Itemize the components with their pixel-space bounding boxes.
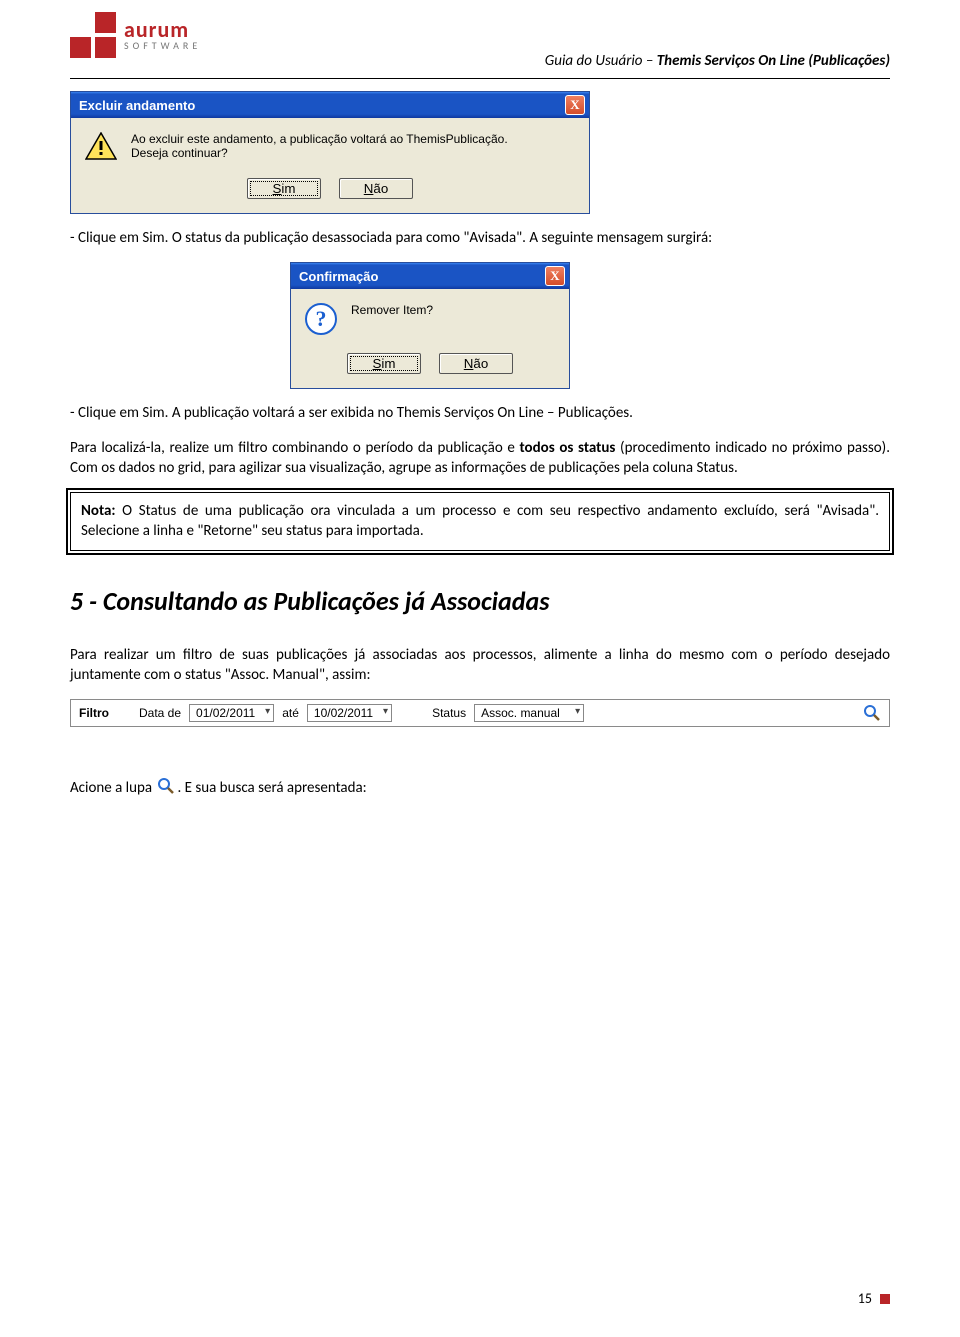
- doc-title-prefix: Guia do Usuário –: [545, 52, 657, 70]
- section-heading: 5 - Consultando as Publicações já Associ…: [70, 585, 890, 617]
- dialog-buttons: SSimim NNãoão: [71, 172, 589, 213]
- logo-mark-icon: [70, 12, 116, 58]
- para3-bold: todos os status: [520, 439, 616, 457]
- para5-b: . E sua busca será apresentada:: [177, 779, 366, 797]
- paragraph-5: Acione a lupa . E sua busca será apresen…: [70, 777, 890, 798]
- dialog-titlebar: Excluir andamento X: [71, 92, 589, 118]
- dialog-body: ? Remover Item?: [291, 289, 569, 347]
- header-divider: [70, 78, 890, 79]
- warning-icon: [85, 132, 117, 160]
- dialog-excluir-andamento: Excluir andamento X Ao excluir este anda…: [70, 91, 590, 214]
- close-icon[interactable]: X: [545, 266, 565, 286]
- doc-title: Guia do Usuário – Themis Serviços On Lin…: [545, 52, 890, 70]
- label-ate: até: [282, 706, 299, 720]
- paragraph-1: - Clique em Sim. O status da publicação …: [70, 228, 890, 248]
- dialog-msg-line2: Deseja continuar?: [131, 146, 508, 160]
- paragraph-2: - Clique em Sim. A publicação voltará a …: [70, 403, 890, 423]
- para3-a: Para localizá-la, realize um filtro comb…: [70, 439, 520, 457]
- page-footer: 15: [858, 1290, 890, 1307]
- filter-label: Filtro: [79, 706, 109, 720]
- yes-button[interactable]: SSimim: [347, 353, 421, 374]
- dialog-message: Remover Item?: [351, 303, 433, 335]
- dialog-title: Confirmação: [299, 269, 378, 284]
- brand-sub: SOFTWARE: [124, 41, 201, 51]
- close-icon[interactable]: X: [565, 95, 585, 115]
- label-status: Status: [432, 706, 466, 720]
- question-icon: ?: [305, 303, 337, 335]
- date-from-input[interactable]: 01/02/2011: [189, 704, 274, 722]
- dialog-message: Ao excluir este andamento, a publicação …: [131, 132, 508, 160]
- paragraph-4: Para realizar um filtro de suas publicaç…: [70, 645, 890, 686]
- date-to-input[interactable]: 10/02/2011: [307, 704, 392, 722]
- brand-name: aurum: [124, 19, 201, 41]
- dialog-titlebar: Confirmação X: [291, 263, 569, 289]
- no-button[interactable]: NNãoão: [339, 178, 413, 199]
- search-icon[interactable]: [863, 704, 881, 722]
- note-label: Nota:: [81, 502, 116, 520]
- doc-title-bold: Themis Serviços On Line (Publicações): [657, 52, 890, 70]
- note-text: O Status de uma publicação ora vinculada…: [81, 502, 879, 540]
- dialog-confirmacao: Confirmação X ? Remover Item? SSimim NNã…: [290, 262, 570, 389]
- footer-marker-icon: [880, 1294, 890, 1304]
- no-button[interactable]: NNãoão: [439, 353, 513, 374]
- note-box: Nota: O Status de uma publicação ora vin…: [70, 492, 890, 551]
- para5-a: Acione a lupa: [70, 779, 155, 797]
- dialog-msg-line1: Ao excluir este andamento, a publicação …: [131, 132, 508, 146]
- yes-button[interactable]: SSimim: [247, 178, 321, 199]
- dialog-buttons: SSimim NNãoão: [291, 347, 569, 388]
- logo-text: aurum SOFTWARE: [124, 19, 201, 51]
- filter-bar: Filtro Data de 01/02/2011 até 10/02/2011…: [70, 699, 890, 727]
- status-select[interactable]: Assoc. manual: [474, 704, 584, 722]
- search-icon: [157, 777, 175, 795]
- page-number: 15: [858, 1290, 872, 1307]
- label-data-de: Data de: [139, 706, 181, 720]
- page-header: aurum SOFTWARE Guia do Usuário – Themis …: [70, 12, 890, 70]
- paragraph-3: Para localizá-la, realize um filtro comb…: [70, 438, 890, 479]
- dialog-body: Ao excluir este andamento, a publicação …: [71, 118, 589, 172]
- dialog-title: Excluir andamento: [79, 98, 195, 113]
- brand-logo: aurum SOFTWARE: [70, 12, 201, 58]
